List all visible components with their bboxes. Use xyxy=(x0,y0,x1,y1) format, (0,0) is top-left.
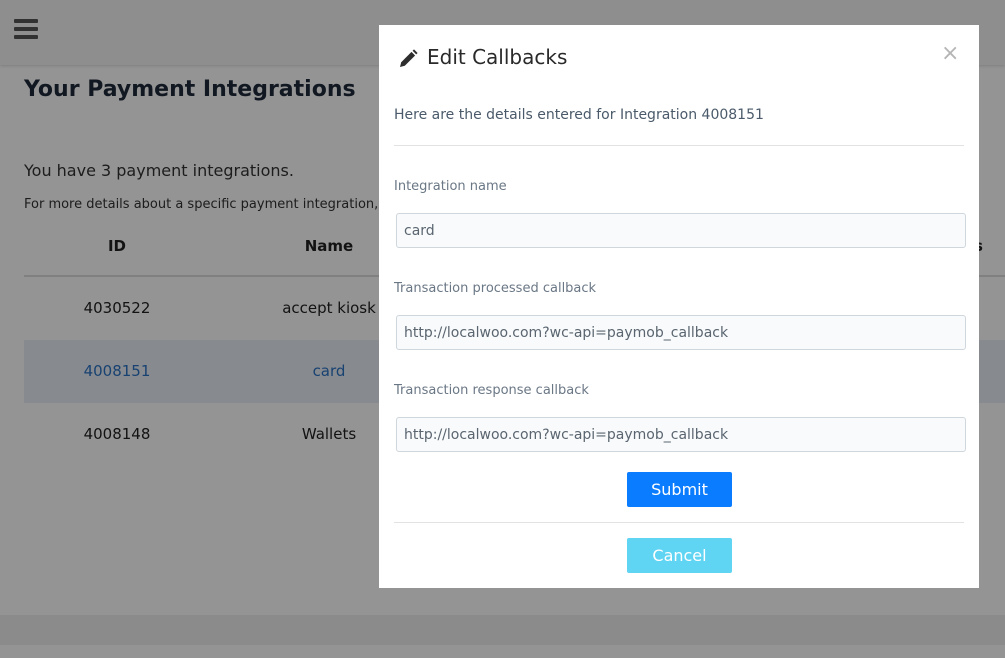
modal-intro-text: Here are the details entered for Integra… xyxy=(394,107,764,123)
processed-callback-label: Transaction processed callback xyxy=(394,281,597,296)
divider xyxy=(394,522,964,523)
modal-title: Edit Callbacks xyxy=(427,45,568,69)
modal-header: Edit Callbacks × xyxy=(379,25,979,95)
response-callback-label: Transaction response callback xyxy=(394,383,589,398)
integration-name-input[interactable] xyxy=(396,213,966,248)
cancel-button[interactable]: Cancel xyxy=(627,538,732,573)
response-callback-input[interactable] xyxy=(396,417,966,452)
submit-button[interactable]: Submit xyxy=(627,472,732,507)
edit-callbacks-modal: Edit Callbacks × Here are the details en… xyxy=(379,25,979,588)
processed-callback-input[interactable] xyxy=(396,315,966,350)
integration-name-label: Integration name xyxy=(394,179,507,194)
divider xyxy=(394,145,964,146)
close-icon[interactable]: × xyxy=(941,43,959,65)
pencil-icon xyxy=(400,49,418,67)
